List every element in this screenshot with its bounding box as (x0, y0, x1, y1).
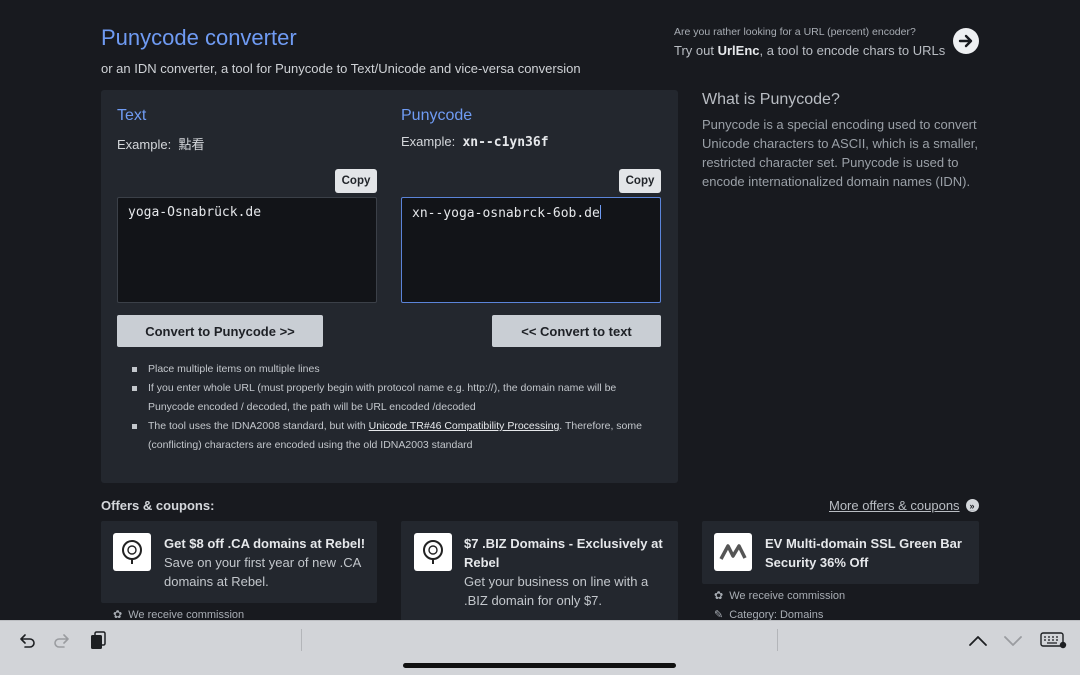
clipboard-icon[interactable] (88, 630, 108, 657)
convert-to-punycode-button[interactable]: Convert to Punycode >> (117, 315, 323, 347)
ssl-brand-logo-icon (714, 533, 752, 571)
text-example: Example: 點看 (117, 134, 204, 153)
offer-desc: Get your business on line with a .BIZ do… (464, 574, 649, 608)
arrow-right-circle-icon[interactable] (953, 28, 979, 54)
promo-question: Are you rather looking for a URL (percen… (674, 26, 916, 38)
chevrons-right-icon: » (965, 499, 979, 512)
promo-prefix: Try out (674, 43, 718, 58)
offer-title[interactable]: Get $8 off .CA domains at Rebel! (164, 534, 369, 553)
promo-line: Try out UrlEnc, a tool to encode chars t… (674, 43, 945, 58)
more-offers-label: More offers & coupons (829, 498, 960, 513)
note-item: The tool uses the IDNA2008 standard, but… (130, 417, 660, 455)
page-subtitle: or an IDN converter, a tool for Punycode… (101, 61, 581, 76)
redo-icon[interactable] (52, 631, 72, 656)
rebel-logo-icon (414, 533, 452, 571)
chevron-up-icon[interactable] (967, 631, 989, 656)
text-input[interactable]: yoga-Osnabrück.de (117, 197, 377, 303)
urlenc-link[interactable]: UrlEnc (718, 43, 760, 58)
punycode-input[interactable]: xn--yoga-osnabrck-6ob.de (401, 197, 661, 303)
commission-label: We receive commission (729, 589, 846, 602)
note-item: Place multiple items on multiple lines (130, 360, 660, 379)
text-input-value: yoga-Osnabrück.de (128, 205, 262, 220)
toolbar-separator (777, 629, 778, 651)
category-label: Category: Domains (729, 608, 824, 621)
copy-text-button[interactable]: Copy (335, 169, 377, 193)
offer-title[interactable]: $7 .BIZ Domains - Exclusively at Rebel (464, 534, 669, 572)
note-item: If you enter whole URL (must properly be… (130, 379, 660, 417)
offers-heading: Offers & coupons: (101, 498, 215, 513)
gear-icon: ✿ (714, 590, 724, 602)
copy-punycode-button[interactable]: Copy (619, 169, 661, 193)
punycode-example-label: Example: (401, 134, 456, 149)
promo-suffix: , a tool to encode chars to URLs (759, 43, 946, 58)
punycode-input-value: xn--yoga-osnabrck-6ob.de (412, 206, 600, 221)
undo-icon[interactable] (17, 631, 37, 656)
home-indicator (403, 663, 676, 668)
notes-list: Place multiple items on multiple lines I… (130, 360, 660, 455)
keyboard-icon[interactable] (1040, 630, 1068, 655)
commission-label: We receive commission (128, 608, 245, 621)
toolbar-separator (301, 629, 302, 651)
text-column-title: Text (117, 107, 147, 124)
more-offers-link[interactable]: More offers & coupons » (829, 498, 979, 513)
text-caret (599, 205, 601, 219)
punycode-column-title: Punycode (401, 107, 473, 124)
punycode-example: Example: xn--c1yn36f (401, 134, 549, 150)
page-title: Punycode converter (101, 25, 297, 50)
text-example-label: Example: (117, 137, 172, 152)
punycode-example-value: xn--c1yn36f (462, 135, 549, 150)
rebel-logo-icon (113, 533, 151, 571)
sidebar-heading: What is Punycode? (702, 91, 840, 108)
sidebar-body: Punycode is a special encoding used to c… (702, 117, 979, 189)
offer-desc: Save on your first year of new .CA domai… (164, 555, 361, 589)
chevron-down-icon[interactable] (1002, 631, 1024, 656)
offer-title[interactable]: EV Multi-domain SSL Green Bar Security 3… (765, 534, 970, 572)
note-prefix: The tool uses the IDNA2008 standard, but… (148, 420, 369, 432)
convert-to-text-button[interactable]: << Convert to text (492, 315, 661, 347)
tr46-link[interactable]: Unicode TR#46 Compatibility Processing (369, 420, 560, 432)
offer-meta: ✿ We receive commission (714, 589, 846, 603)
text-example-value: 點看 (178, 137, 205, 152)
